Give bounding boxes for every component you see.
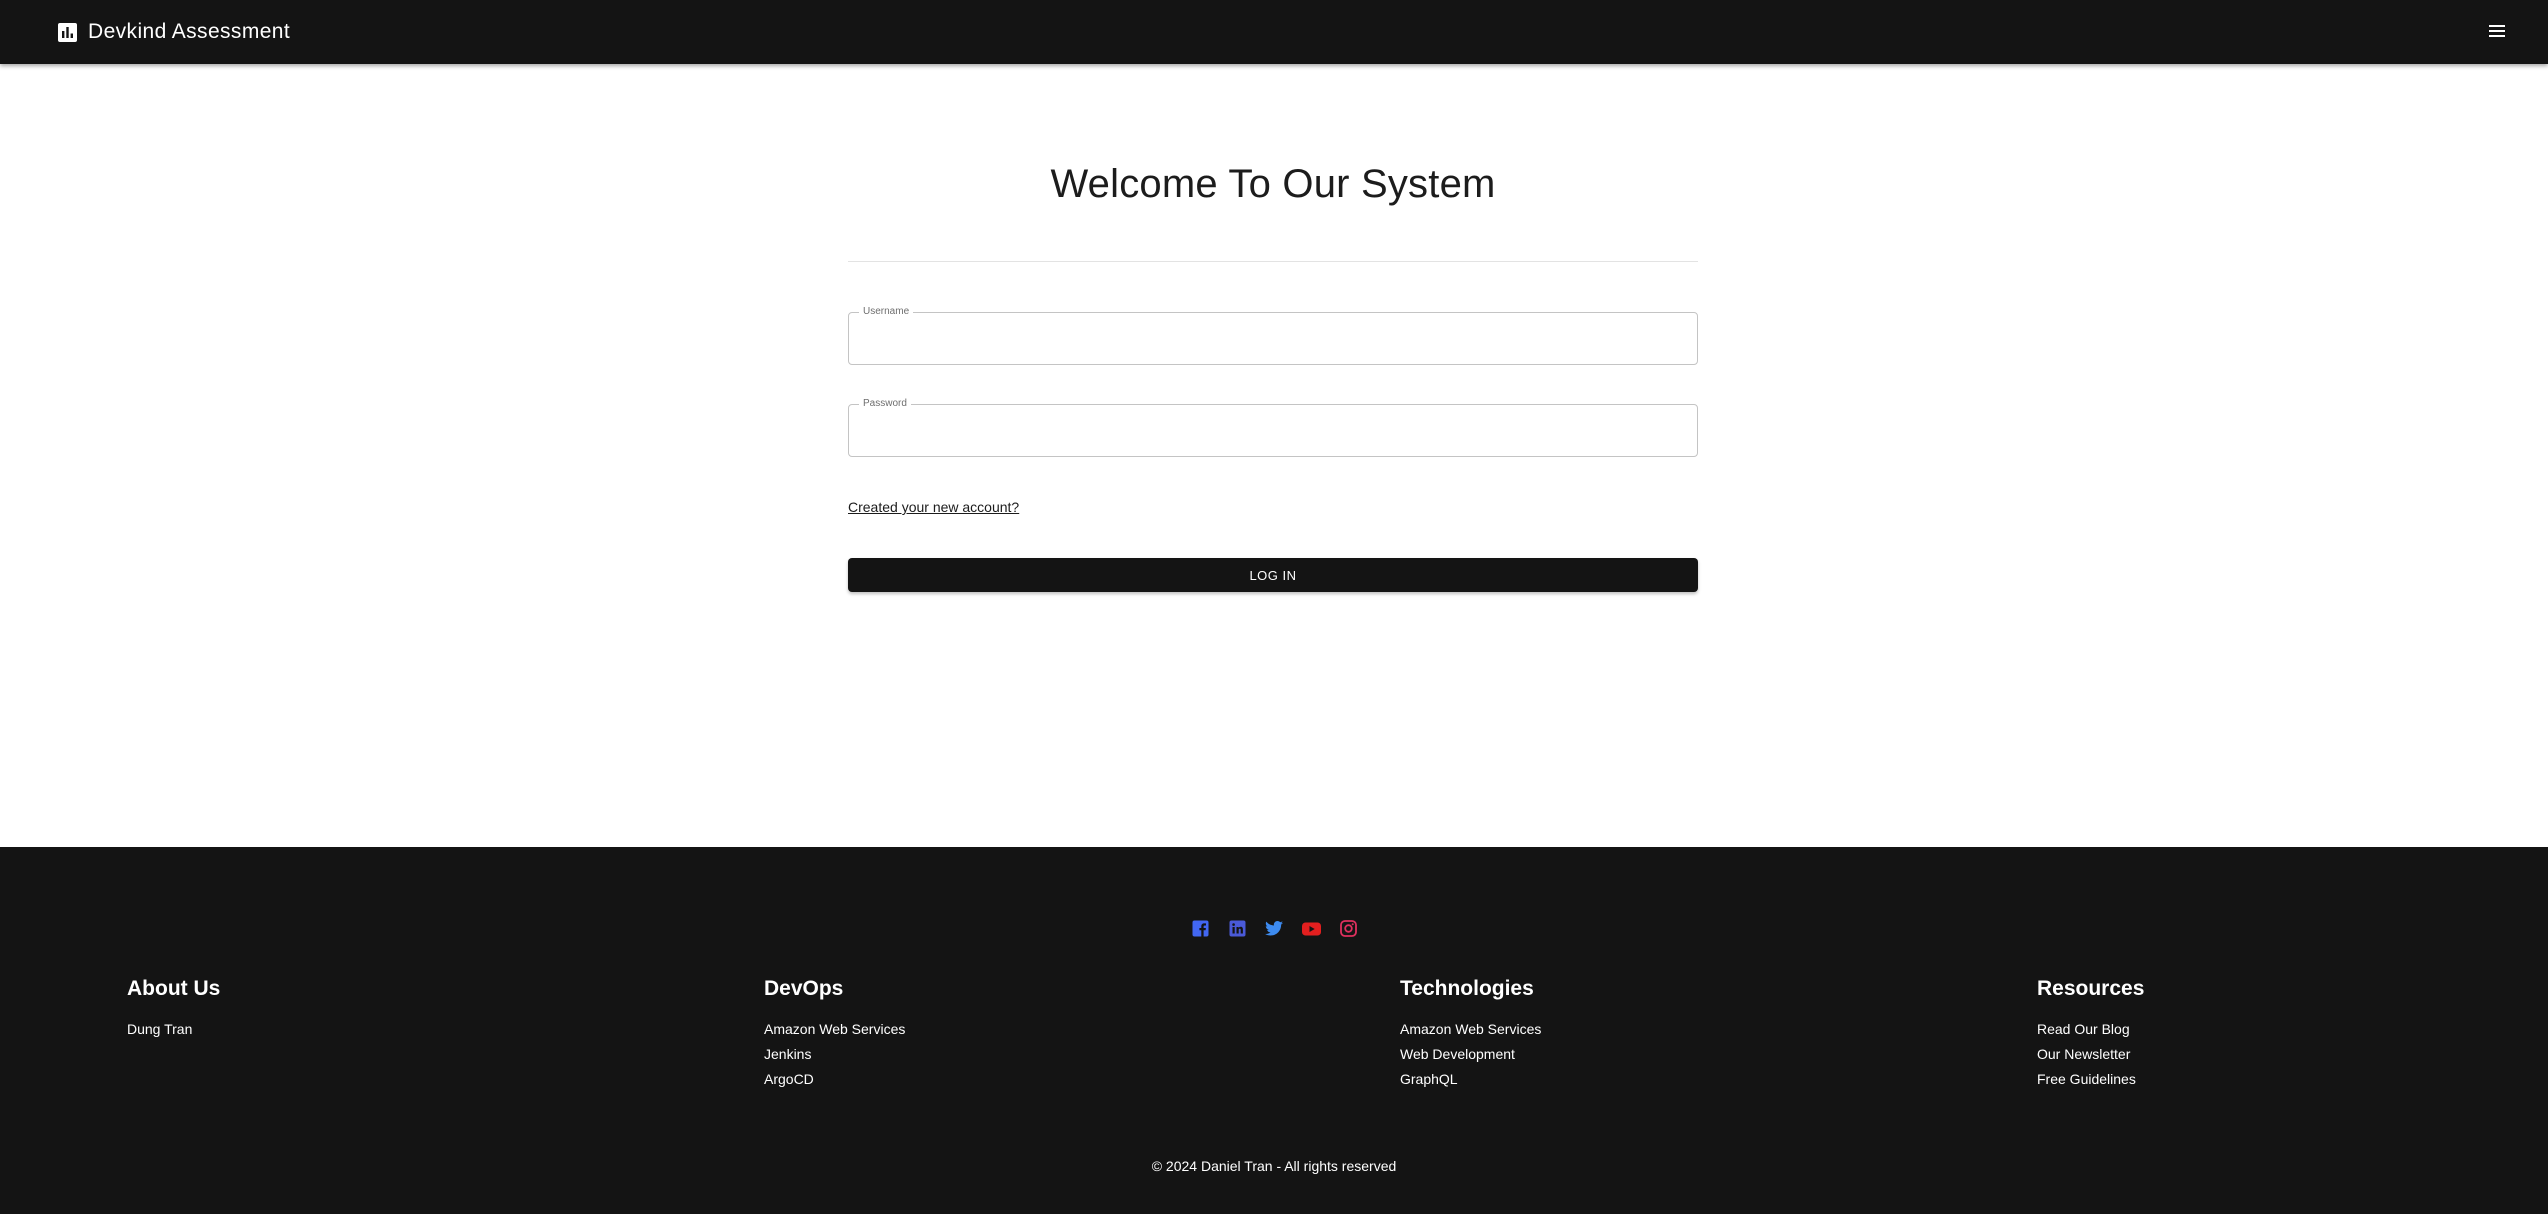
linkedin-icon[interactable]: [1228, 919, 1247, 938]
footer-link-dung-tran[interactable]: Dung Tran: [127, 1017, 220, 1042]
instagram-icon[interactable]: [1339, 919, 1358, 938]
footer-heading-about: About Us: [127, 977, 221, 1000]
bar-chart-icon: [58, 22, 77, 42]
app-bar: Devkind Assessment: [0, 0, 2548, 64]
page-title: Welcome To Our System: [1050, 162, 1496, 206]
footer-heading-technologies: Technologies: [1400, 977, 1534, 1000]
password-input[interactable]: [849, 405, 1697, 456]
copyright-text: © 2024 Daniel Tran - All rights reserved: [1151, 1158, 1397, 1174]
twitter-icon[interactable]: [1265, 919, 1284, 938]
footer: About Us Dung Tran DevOps Amazon Web Ser…: [0, 847, 2548, 1214]
youtube-icon[interactable]: [1301, 919, 1321, 938]
footer-link-jenkins[interactable]: Jenkins: [764, 1042, 905, 1067]
footer-heading-resources: Resources: [2037, 977, 2145, 1000]
footer-link-web-development[interactable]: Web Development: [1400, 1042, 1541, 1067]
menu-button[interactable]: [2484, 19, 2510, 45]
footer-column-resources: Resources Read Our Blog Our Newsletter F…: [2037, 977, 2144, 1092]
username-field: Username: [848, 306, 1698, 365]
hamburger-menu-icon: [2489, 24, 2505, 40]
facebook-icon[interactable]: [1191, 919, 1210, 938]
footer-column-devops: DevOps Amazon Web Services Jenkins ArgoC…: [764, 977, 905, 1092]
social-links: [0, 919, 2548, 938]
create-account-link[interactable]: Created your new account?: [848, 499, 1019, 515]
app-title: Devkind Assessment: [88, 20, 291, 43]
footer-link-newsletter[interactable]: Our Newsletter: [2037, 1042, 2144, 1067]
title-divider: [848, 261, 1698, 262]
main-content: Welcome To Our System Username Password …: [0, 64, 2548, 847]
footer-heading-devops: DevOps: [764, 977, 844, 1000]
brand-link[interactable]: Devkind Assessment: [58, 0, 290, 64]
footer-link-blog[interactable]: Read Our Blog: [2037, 1017, 2144, 1042]
footer-link-graphql[interactable]: GraphQL: [1400, 1067, 1541, 1092]
footer-column-technologies: Technologies Amazon Web Services Web Dev…: [1400, 977, 1541, 1092]
username-input[interactable]: [849, 313, 1697, 364]
footer-link-aws[interactable]: Amazon Web Services: [764, 1017, 905, 1042]
footer-column-about: About Us Dung Tran: [127, 977, 220, 1042]
footer-link-argocd[interactable]: ArgoCD: [764, 1067, 905, 1092]
login-button[interactable]: LOG IN: [848, 558, 1698, 592]
footer-link-guidelines[interactable]: Free Guidelines: [2037, 1067, 2144, 1092]
footer-link-aws-tech[interactable]: Amazon Web Services: [1400, 1017, 1541, 1042]
password-field: Password: [848, 398, 1698, 457]
